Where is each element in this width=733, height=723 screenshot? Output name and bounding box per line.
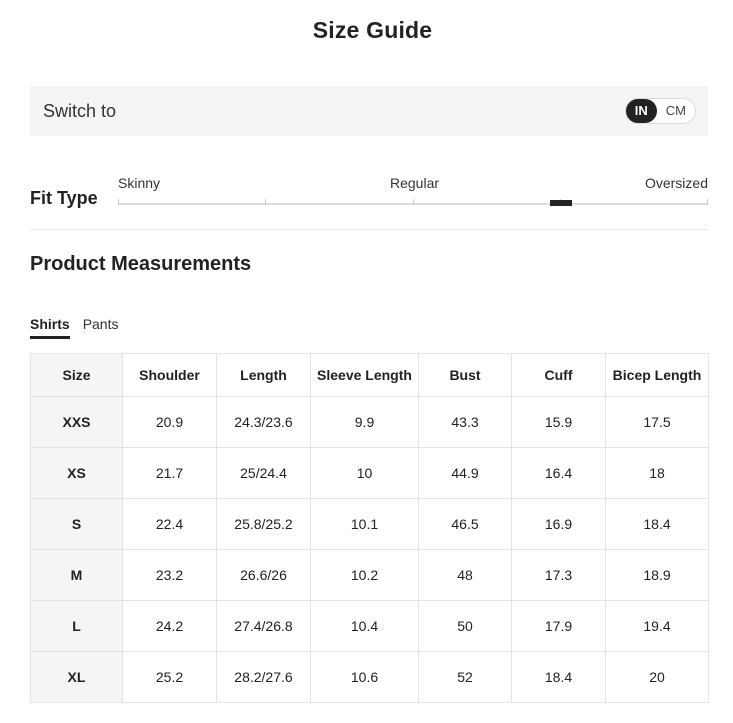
fit-scale-regular: Regular (390, 175, 440, 191)
section-title: Product Measurements (30, 253, 252, 275)
table-row: XS 21.7 25/24.4 10 44.9 16.4 18 (30, 447, 709, 499)
table-row: XXS 20.9 24.3/23.6 9.9 43.3 15.9 17.5 (30, 396, 709, 448)
size-label-cell: XXS (30, 396, 123, 448)
measurement-cell: 24.2 (122, 600, 217, 652)
measurement-cell: 17.9 (511, 600, 606, 652)
measurement-cell: 48 (418, 549, 512, 601)
measurement-cell: 46.5 (418, 498, 512, 550)
fit-tick (118, 199, 119, 205)
fit-level-marker (550, 200, 572, 206)
fit-tick (265, 199, 266, 205)
measurement-cell: 18.4 (511, 651, 606, 703)
measurement-cell: 20 (605, 651, 709, 703)
measurement-cell: 52 (418, 651, 512, 703)
size-label-cell: XS (30, 447, 123, 499)
fit-tick (707, 199, 708, 205)
measurement-cell: 44.9 (418, 447, 512, 499)
measurement-cell: 10.6 (310, 651, 419, 703)
measurement-cell: 21.7 (122, 447, 217, 499)
tab-pants[interactable]: Pants (83, 316, 119, 339)
fit-scale-labels: Skinny Regular Oversized (118, 175, 708, 193)
divider (30, 229, 708, 230)
measurement-cell: 9.9 (310, 396, 419, 448)
table-header-cell: Sleeve Length (310, 353, 419, 397)
measurement-cell: 23.2 (122, 549, 217, 601)
size-label-cell: L (30, 600, 123, 652)
measurement-cell: 15.9 (511, 396, 606, 448)
measurement-cell: 18.4 (605, 498, 709, 550)
unit-switch-bar: Switch to IN CM (30, 86, 708, 136)
measurement-cell: 43.3 (418, 396, 512, 448)
measurement-cell: 10.4 (310, 600, 419, 652)
size-label-cell: S (30, 498, 123, 550)
measurement-cell: 22.4 (122, 498, 217, 550)
measurement-cell: 19.4 (605, 600, 709, 652)
measurement-cell: 20.9 (122, 396, 217, 448)
tab-shirts[interactable]: Shirts (30, 316, 70, 339)
table-header-cell: Size (30, 353, 123, 397)
fit-scale-oversized: Oversized (644, 175, 708, 191)
table-row: L 24.2 27.4/26.8 10.4 50 17.9 19.4 (30, 600, 709, 652)
fit-tick (413, 199, 414, 205)
size-label-cell: XL (30, 651, 123, 703)
unit-option-in[interactable]: IN (625, 99, 657, 123)
table-header-cell: Shoulder (122, 353, 217, 397)
measurement-cell: 17.3 (511, 549, 606, 601)
measurement-cell: 18 (605, 447, 709, 499)
fit-type-label: Fit Type (30, 188, 98, 208)
measurement-cell: 10.2 (310, 549, 419, 601)
unit-toggle[interactable]: IN CM (624, 98, 696, 124)
measurement-cell: 24.3/23.6 (216, 396, 311, 448)
measurement-cell: 28.2/27.6 (216, 651, 311, 703)
unit-option-cm[interactable]: CM (657, 99, 695, 123)
table-header-cell: Length (216, 353, 311, 397)
measurement-cell: 25/24.4 (216, 447, 311, 499)
page-title: Size Guide (312, 17, 433, 43)
measurement-cell: 27.4/26.8 (216, 600, 311, 652)
measurement-tabs: Shirts Pants (30, 316, 119, 339)
table-row: XL 25.2 28.2/27.6 10.6 52 18.4 20 (30, 651, 709, 703)
table-header-cell: Bicep Length (605, 353, 709, 397)
measurement-cell: 25.8/25.2 (216, 498, 311, 550)
measurement-cell: 50 (418, 600, 512, 652)
size-table: Size Shoulder Length Sleeve Length Bust Cuff B… (30, 353, 709, 703)
measurement-cell: 25.2 (122, 651, 217, 703)
measurement-cell: 18.9 (605, 549, 709, 601)
measurement-cell: 26.6/26 (216, 549, 311, 601)
measurement-cell: 16.4 (511, 447, 606, 499)
measurement-cell: 17.5 (605, 396, 709, 448)
table-row: M 23.2 26.6/26 10.2 48 17.3 18.9 (30, 549, 709, 601)
table-header-cell: Cuff (511, 353, 606, 397)
measurement-cell: 10 (310, 447, 419, 499)
table-header-row: Size Shoulder Length Sleeve Length Bust Cuff B… (30, 353, 709, 397)
fit-scale-track (118, 199, 708, 206)
table-header-cell: Bust (418, 353, 512, 397)
switch-label: Switch to (43, 100, 117, 121)
size-label-cell: M (30, 549, 123, 601)
fit-scale-skinny: Skinny (118, 175, 161, 191)
measurement-cell: 16.9 (511, 498, 606, 550)
table-row: S 22.4 25.8/25.2 10.1 46.5 16.9 18.4 (30, 498, 709, 550)
measurement-cell: 10.1 (310, 498, 419, 550)
